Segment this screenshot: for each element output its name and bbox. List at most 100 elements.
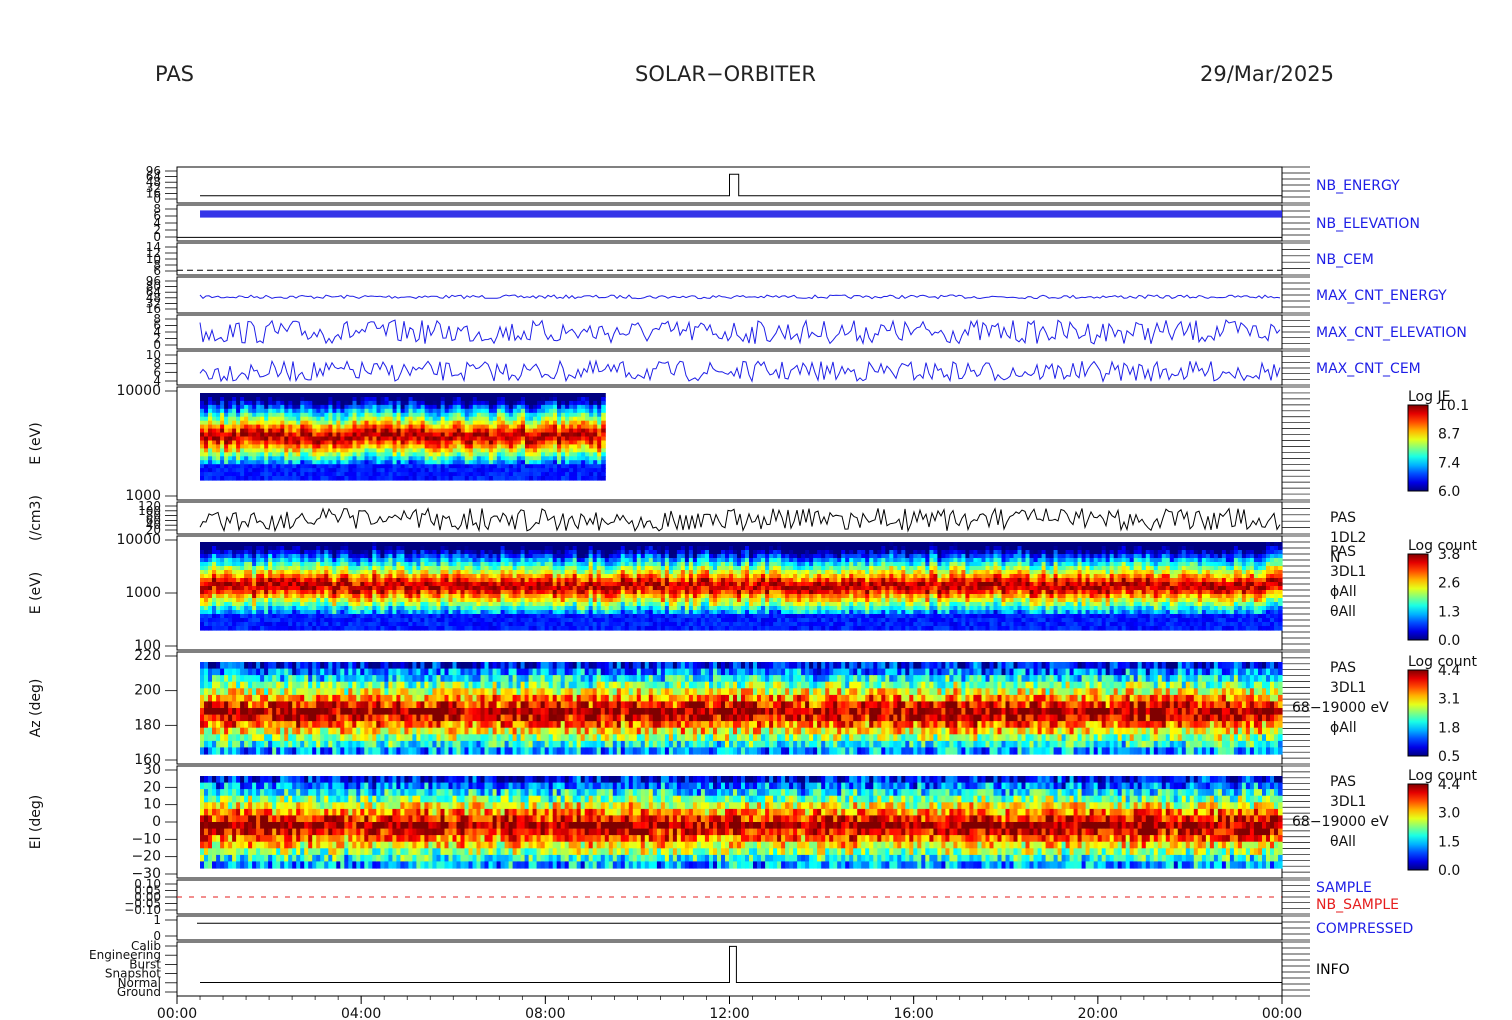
heat-cell bbox=[544, 610, 550, 615]
heat-cell bbox=[380, 570, 385, 575]
heat-cell bbox=[568, 626, 574, 631]
heat-cell bbox=[408, 610, 413, 615]
heat-cell bbox=[296, 566, 301, 571]
heat-cell bbox=[324, 542, 329, 547]
heat-cell bbox=[232, 582, 237, 587]
heat-cell bbox=[573, 452, 578, 457]
heat-cell bbox=[600, 554, 606, 559]
heat-cell bbox=[384, 626, 389, 631]
heat-cell bbox=[600, 598, 606, 603]
heat-cell bbox=[224, 582, 229, 587]
heat-cell bbox=[604, 618, 610, 623]
heat-cell bbox=[336, 436, 341, 442]
heat-cell bbox=[224, 452, 229, 457]
panel-nb-elevation bbox=[165, 204, 1310, 242]
heat-cell bbox=[264, 618, 269, 623]
heat-cell bbox=[432, 460, 438, 465]
heat-cell bbox=[536, 622, 542, 627]
heat-cell bbox=[228, 400, 233, 406]
heat-cell bbox=[356, 400, 362, 406]
heat-cell bbox=[484, 570, 490, 575]
heat-cell bbox=[344, 452, 349, 457]
heat-cell bbox=[364, 566, 369, 571]
heat-cell bbox=[420, 582, 425, 587]
heat-cell bbox=[448, 558, 454, 563]
heat-cell bbox=[292, 594, 297, 599]
heat-cell bbox=[476, 566, 482, 571]
heat-cell bbox=[540, 582, 546, 587]
heat-cell bbox=[200, 610, 205, 615]
heat-cell bbox=[585, 476, 590, 481]
heat-cell bbox=[264, 416, 269, 422]
heat-cell bbox=[604, 590, 610, 595]
heat-cell bbox=[396, 566, 401, 571]
heat-cell bbox=[608, 570, 614, 575]
heat-cell bbox=[380, 444, 386, 449]
heat-cell bbox=[636, 542, 642, 547]
heat-cell bbox=[516, 582, 522, 587]
heat-cell bbox=[464, 432, 470, 438]
heat-cell bbox=[268, 424, 273, 430]
heat-cell bbox=[400, 570, 405, 575]
heat-cell bbox=[328, 432, 333, 438]
heat-cell bbox=[448, 468, 454, 473]
heat-cell bbox=[569, 476, 574, 481]
heat-cell bbox=[456, 626, 462, 631]
heat-cell bbox=[520, 570, 526, 575]
heat-cell bbox=[416, 622, 421, 627]
heat-cell bbox=[260, 566, 265, 571]
heat-cell bbox=[560, 558, 566, 563]
heat-cell bbox=[324, 606, 329, 611]
heat-cell bbox=[416, 610, 421, 615]
heat-cell bbox=[492, 586, 498, 591]
heat-cell bbox=[380, 594, 385, 599]
heat-cell bbox=[224, 622, 229, 627]
heat-cell bbox=[440, 570, 446, 575]
heat-cell bbox=[620, 594, 626, 599]
heat-cell bbox=[396, 602, 401, 607]
heat-cell bbox=[508, 554, 514, 559]
heat-cell bbox=[604, 550, 610, 555]
heat-cell bbox=[376, 436, 382, 442]
heat-cell bbox=[288, 432, 293, 438]
heat-cell bbox=[604, 614, 610, 619]
heat-cell bbox=[525, 436, 530, 442]
heat-cell bbox=[440, 590, 446, 595]
heat-cell bbox=[380, 393, 386, 398]
heat-cell bbox=[460, 452, 466, 457]
heat-cell bbox=[280, 594, 285, 599]
heat-cell bbox=[296, 468, 301, 473]
heat-cell bbox=[472, 444, 478, 449]
heat-cell bbox=[320, 598, 325, 603]
heat-cell bbox=[308, 452, 313, 457]
heat-cell bbox=[636, 546, 642, 551]
heat-cell bbox=[640, 582, 646, 587]
heat-cell bbox=[428, 562, 433, 567]
heat-cell bbox=[589, 432, 594, 438]
heat-cell bbox=[220, 578, 225, 583]
heat-cell bbox=[508, 550, 514, 555]
heat-cell bbox=[248, 618, 253, 623]
heat-cell bbox=[388, 452, 394, 457]
heat-cell bbox=[432, 606, 437, 611]
heat-cell bbox=[392, 452, 398, 457]
heat-cell bbox=[200, 416, 205, 422]
heat-cell bbox=[356, 570, 361, 575]
heat-cell bbox=[612, 550, 618, 555]
heat-cell bbox=[308, 558, 313, 563]
heat-cell bbox=[640, 618, 646, 623]
heat-cell bbox=[656, 614, 662, 619]
heat-cell bbox=[488, 566, 494, 571]
heat-cell bbox=[424, 468, 430, 473]
heat-cell bbox=[432, 542, 437, 547]
heat-cell bbox=[400, 578, 405, 583]
heat-cell bbox=[624, 574, 630, 579]
heat-cell bbox=[344, 562, 349, 567]
heat-cell bbox=[200, 436, 205, 442]
heat-cell bbox=[248, 432, 253, 438]
heat-cell bbox=[320, 436, 325, 442]
heat-cell bbox=[252, 562, 257, 567]
heat-cell bbox=[636, 554, 642, 559]
heat-cell bbox=[444, 626, 450, 631]
heat-cell bbox=[404, 626, 409, 631]
